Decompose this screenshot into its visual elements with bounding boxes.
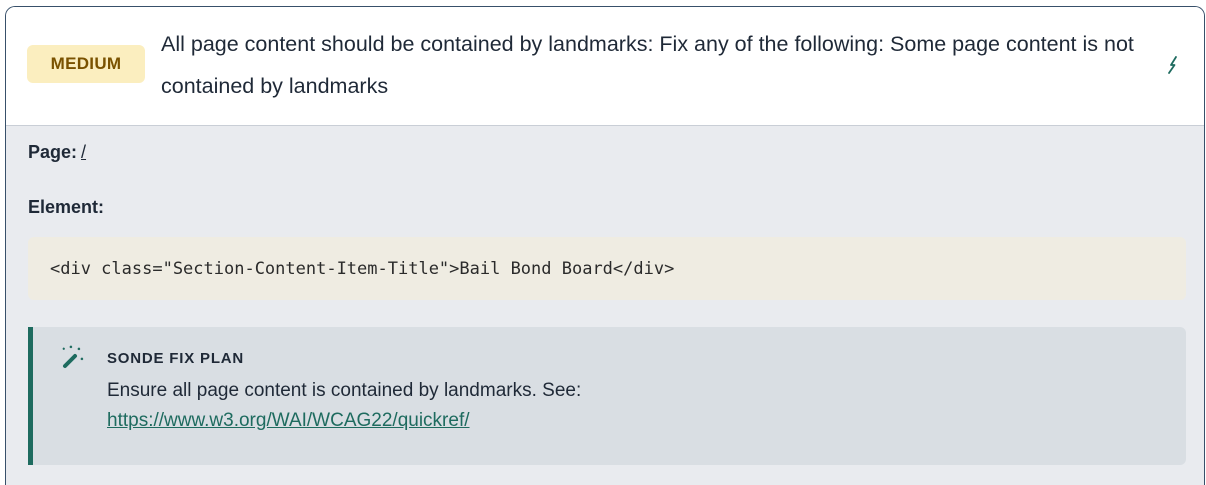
magic-wand-icon xyxy=(60,344,86,370)
issue-title: All page content should be contained by … xyxy=(161,32,1134,98)
issue-header[interactable]: MEDIUM All page content should be contai… xyxy=(6,7,1204,126)
lightning-icon[interactable] xyxy=(1164,53,1182,77)
issue-details: Page: / Element: <div class="Section-Cont… xyxy=(6,126,1204,485)
fix-plan-description: Ensure all page content is contained by … xyxy=(107,380,582,401)
fix-plan-heading: SONDE FIX PLAN xyxy=(107,350,245,367)
element-code: <div class="Section-Content-Item-Title">… xyxy=(28,237,1186,300)
fix-plan-link[interactable]: https://www.w3.org/WAI/WCAG22/quickref/ xyxy=(107,410,470,431)
page-label: Page: xyxy=(28,142,78,162)
page-row: Page: / xyxy=(28,142,86,163)
issue-card: MEDIUM All page content should be contai… xyxy=(5,6,1205,485)
fix-plan-text: Ensure all page content is contained by … xyxy=(107,376,1157,436)
fix-plan-panel: SONDE FIX PLAN Ensure all page content i… xyxy=(28,327,1186,465)
element-label: Element: xyxy=(28,197,105,217)
page-link[interactable]: / xyxy=(81,142,86,162)
severity-badge: MEDIUM xyxy=(27,45,145,83)
